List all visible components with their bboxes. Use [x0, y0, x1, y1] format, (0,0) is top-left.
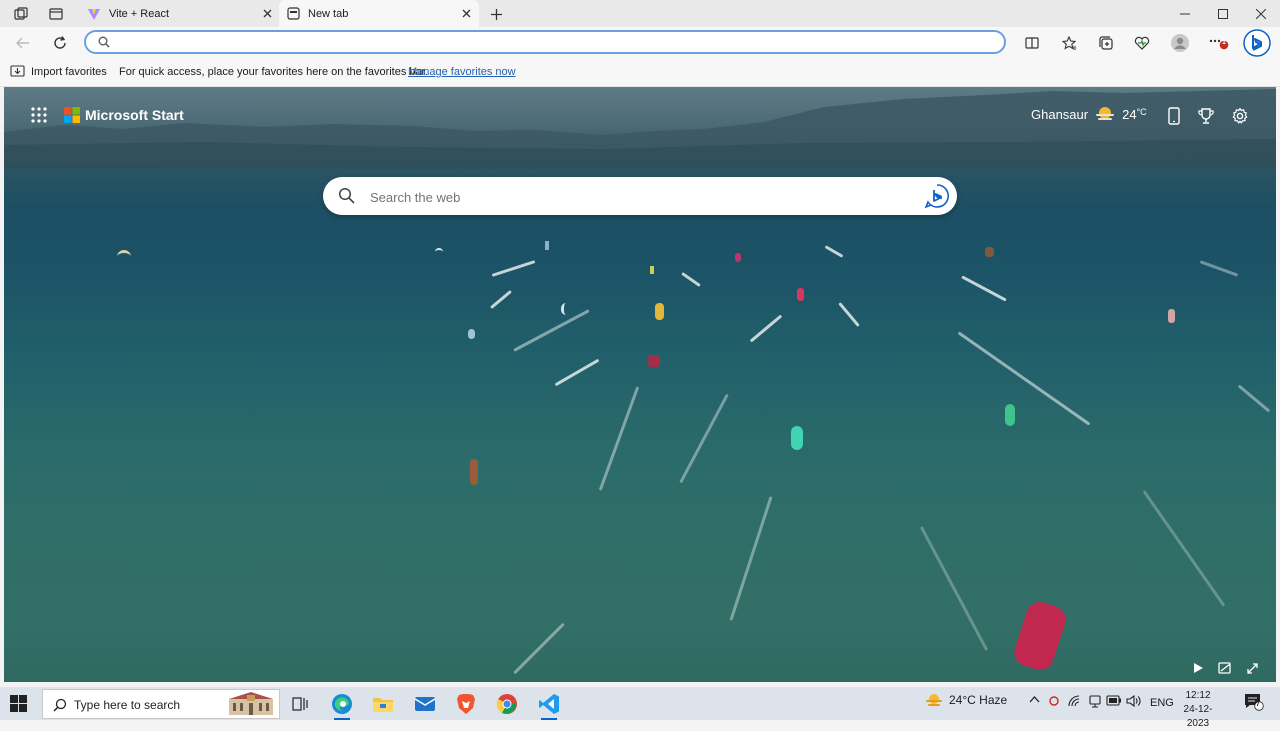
favorites-star-icon[interactable] — [1058, 32, 1080, 54]
notification-badge: 1 — [1222, 39, 1226, 46]
chrome-icon[interactable] — [493, 691, 521, 717]
brave-browser-icon[interactable] — [452, 691, 480, 717]
manage-favorites-link[interactable]: Manage favorites now — [408, 66, 516, 78]
battery-icon[interactable] — [1106, 695, 1122, 706]
bing-chat-icon[interactable] — [924, 183, 950, 209]
temperature: 24°C — [1122, 106, 1147, 122]
workspaces-icon[interactable] — [11, 4, 31, 24]
search-icon — [98, 36, 110, 48]
notification-count: 7 — [1256, 701, 1260, 708]
favorites-bar: Import favorites For quick access, place… — [0, 58, 1280, 87]
vscode-icon[interactable] — [535, 691, 563, 720]
edge-app-icon[interactable] — [328, 691, 356, 720]
network-icon[interactable] — [1068, 695, 1082, 707]
notification-center-icon[interactable]: 7 — [1244, 693, 1264, 711]
clock-date: 24-12-2023 — [1183, 704, 1213, 729]
web-search-input[interactable] — [368, 187, 892, 207]
settings-more-icon[interactable]: 1 — [1208, 32, 1230, 54]
task-view-icon[interactable] — [286, 691, 314, 717]
settings-gear-icon[interactable] — [1230, 106, 1250, 126]
haze-sun-icon — [925, 692, 943, 708]
close-tab-icon[interactable] — [260, 6, 274, 20]
tab-new-tab[interactable]: New tab — [279, 0, 479, 27]
clock[interactable]: 12:12 24-12-2023 — [1176, 689, 1220, 731]
language-indicator[interactable]: ENG — [1150, 697, 1174, 709]
taskbar-weather[interactable]: 24°C Haze — [925, 692, 1007, 708]
split-screen-icon[interactable] — [1021, 32, 1043, 54]
web-search-box[interactable] — [323, 177, 957, 215]
weather-widget[interactable]: Ghansaur 24°C — [1031, 105, 1147, 123]
expand-icon[interactable] — [1243, 659, 1261, 677]
new-tab-plus-icon[interactable] — [486, 4, 506, 24]
tray-app-icon[interactable] — [1048, 695, 1060, 707]
tab-title: Vite + React — [109, 7, 170, 20]
taskbar-weather-text: 24°C Haze — [949, 693, 1008, 707]
vite-icon — [87, 7, 101, 21]
mobile-phone-icon[interactable] — [1164, 106, 1184, 126]
collections-icon[interactable] — [1095, 32, 1117, 54]
new-tab-page: Microsoft Start Ghansaur 24°C — [4, 87, 1276, 682]
taskbar: Type here to search 24°C Haze ENG 12:12 … — [0, 687, 1280, 729]
mail-icon[interactable] — [411, 691, 439, 717]
clock-time: 12:12 — [1185, 690, 1211, 701]
taskbar-search-placeholder: Type here to search — [74, 698, 181, 712]
search-icon — [338, 187, 355, 204]
search-icon — [53, 698, 67, 712]
browser-essentials-icon[interactable] — [1131, 32, 1153, 54]
play-icon[interactable] — [1189, 659, 1207, 677]
location-label: Ghansaur — [1031, 106, 1089, 122]
import-favorites-button[interactable]: Import favorites — [10, 65, 107, 78]
tab-vite-react[interactable]: Vite + React — [80, 0, 280, 27]
windows-start-icon[interactable] — [10, 695, 27, 712]
tab-title: New tab — [308, 7, 349, 20]
copilot-icon[interactable] — [1243, 29, 1271, 57]
rewards-trophy-icon[interactable] — [1196, 106, 1216, 126]
haze-sun-icon — [1094, 105, 1116, 123]
profile-avatar[interactable] — [1169, 32, 1191, 54]
microsoft-start-logo[interactable]: Microsoft Start — [64, 107, 184, 123]
search-highlight-image — [223, 690, 279, 718]
address-input[interactable] — [116, 34, 980, 52]
show-hidden-icons-chevron-icon[interactable] — [1029, 695, 1040, 703]
close-tab-icon[interactable] — [459, 6, 473, 20]
taskbar-search-box[interactable]: Type here to search — [42, 689, 280, 719]
file-explorer-icon[interactable] — [369, 691, 397, 717]
refresh-icon[interactable] — [49, 32, 71, 54]
customize-background-icon[interactable] — [1216, 659, 1234, 677]
favorites-hint: For quick access, place your favorites h… — [119, 66, 428, 78]
minimize-icon[interactable] — [1166, 0, 1204, 27]
title-bar: Vite + React New tab — [0, 0, 1280, 27]
newtab-icon — [286, 7, 300, 21]
volume-icon[interactable] — [1126, 695, 1141, 707]
brand-name: Microsoft Start — [85, 107, 184, 123]
import-icon — [10, 65, 25, 78]
back-icon[interactable] — [12, 32, 34, 54]
maximize-icon[interactable] — [1204, 0, 1242, 27]
import-favorites-label: Import favorites — [31, 65, 107, 78]
close-window-icon[interactable] — [1242, 0, 1280, 27]
address-bar[interactable] — [84, 30, 1006, 54]
meet-now-icon[interactable] — [1088, 695, 1102, 708]
microsoft-logo-icon — [64, 107, 80, 123]
tab-actions-icon[interactable] — [46, 4, 66, 24]
apps-launcher-icon[interactable] — [30, 106, 48, 124]
